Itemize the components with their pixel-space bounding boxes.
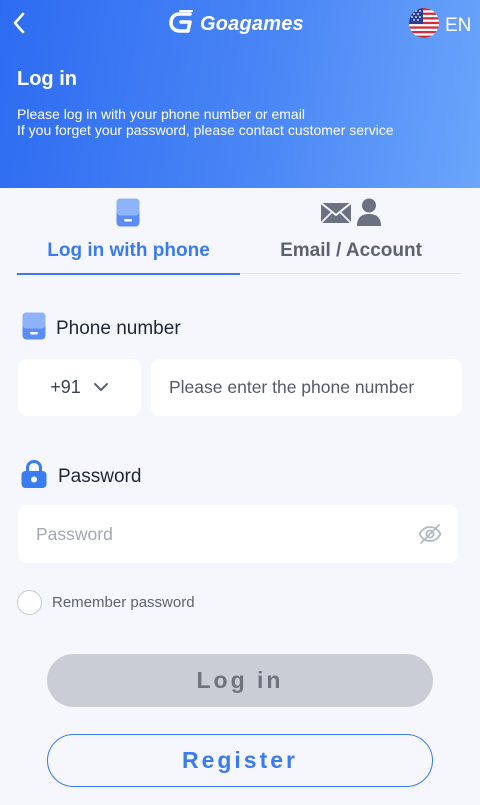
tab-email-login[interactable]: Email / Account [240,188,462,274]
subtitle-line: Please log in with your phone number or … [17,106,305,122]
register-button[interactable]: Register [47,734,433,787]
password-field [18,505,458,563]
phone-icon [22,312,46,346]
password-label: Password [58,466,142,487]
person-icon [356,198,382,231]
remember-password-radio[interactable] [17,590,42,615]
brand-name: Goagames [200,12,304,35]
password-label-row: Password [20,459,141,495]
phone-number-input[interactable] [151,359,462,416]
phone-icon [116,198,140,232]
login-tabs: Log in with phone Email / Account [17,188,462,275]
login-button[interactable]: Log in [47,654,433,707]
back-arrow-icon[interactable] [8,9,30,37]
tab-email-label: Email / Account [280,240,422,261]
language-selector[interactable]: EN [409,8,471,43]
phone-number-label: Phone number [56,318,181,339]
country-code-select[interactable]: +91 [18,359,141,416]
subtitle-line: If you forget your password, please cont… [17,122,394,138]
tab-phone-login[interactable]: Log in with phone [17,188,240,274]
us-flag-icon [409,8,439,43]
mail-icon [320,202,352,229]
header: Goagames EN Log in Please log in with yo… [0,0,480,188]
remember-password-label: Remember password [52,594,195,611]
country-code-value: +91 [50,377,81,397]
brand-logo-icon [168,9,196,40]
phone-number-label-row: Phone number [22,312,181,346]
password-input[interactable] [18,505,408,563]
remember-password[interactable]: Remember password [17,590,195,615]
language-label: EN [445,14,472,36]
active-tab-indicator [17,273,240,275]
tab-phone-label: Log in with phone [47,240,210,261]
chevron-down-icon [93,379,109,397]
page-subtitle: Please log in with your phone number or … [17,106,394,138]
eye-off-icon[interactable] [418,522,442,551]
lock-icon [20,459,48,495]
brand-logo: Goagames [168,9,304,40]
page-title: Log in [17,68,77,90]
